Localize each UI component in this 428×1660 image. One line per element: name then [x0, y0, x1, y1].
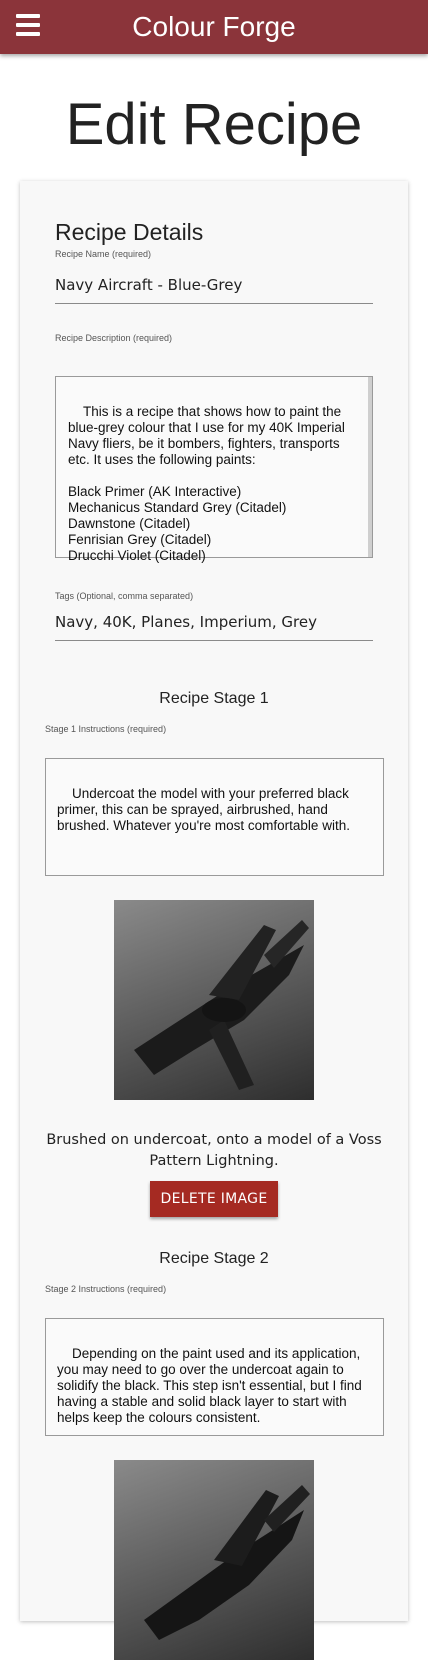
recipe-description-text: This is a recipe that shows how to paint…: [68, 404, 345, 563]
delete-image-button[interactable]: DELETE IMAGE: [150, 1181, 278, 1217]
stage-1-instructions-textarea[interactable]: Undercoat the model with your preferred …: [45, 758, 384, 876]
stage-1-instructions-text: Undercoat the model with your preferred …: [57, 786, 353, 833]
stage-2-instructions-label: Stage 2 Instructions (required): [45, 1284, 167, 1294]
top-app-bar: Colour Forge: [0, 0, 428, 54]
aircraft-model-icon: [134, 920, 309, 1090]
recipe-details-heading: Recipe Details: [55, 219, 204, 245]
stage-1-title: Recipe Stage 1: [159, 690, 269, 707]
app-title: Colour Forge: [132, 11, 296, 42]
description-scrollbar[interactable]: [368, 377, 372, 557]
stage-1-image-caption: Brushed on undercoat, onto a model of a …: [46, 1132, 382, 1169]
stage-2-instructions-textarea[interactable]: Depending on the paint used and its appl…: [45, 1318, 384, 1436]
recipe-description-textarea[interactable]: This is a recipe that shows how to paint…: [55, 376, 373, 563]
stage-2-image: [114, 1460, 314, 1660]
stage-1-instructions-label: Stage 1 Instructions (required): [45, 724, 167, 734]
recipe-form-card: Recipe Details Recipe Name (required) Re…: [20, 181, 408, 1660]
stage-2-title: Recipe Stage 2: [159, 1250, 269, 1267]
stage-2-instructions-text: Depending on the paint used and its appl…: [57, 1346, 366, 1425]
page-title: Edit Recipe: [65, 92, 363, 157]
aircraft-model-icon: [144, 1485, 310, 1640]
recipe-name-input[interactable]: [55, 267, 373, 304]
recipe-description-label: Recipe Description (required): [55, 333, 173, 343]
recipe-name-label: Recipe Name (required): [55, 249, 152, 259]
tags-label: Tags (Optional, comma separated): [55, 591, 194, 601]
tags-input[interactable]: [55, 604, 373, 641]
stage-1-image: [114, 900, 314, 1100]
